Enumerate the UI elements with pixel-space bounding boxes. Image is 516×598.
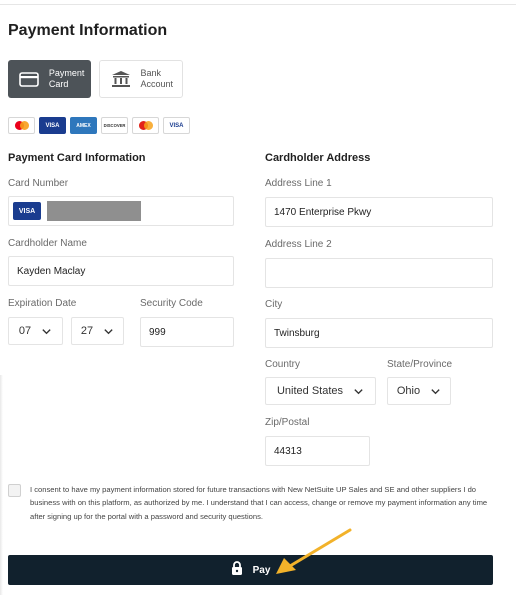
consent-text: I consent to have my payment information… xyxy=(30,485,488,521)
exp-year-select[interactable]: 27 xyxy=(71,317,124,345)
maestro-icon xyxy=(132,117,159,134)
payment-card-tab-line1: Payment xyxy=(48,68,85,78)
visa-icon: VISA xyxy=(39,117,66,134)
city-label: City xyxy=(265,299,283,310)
country-value: United States xyxy=(276,385,344,397)
pay-button[interactable]: Pay xyxy=(8,555,493,585)
visa-electron-icon: VISA xyxy=(163,117,190,134)
expiration-date-label: Expiration Date xyxy=(8,298,77,309)
chevron-down-icon xyxy=(354,388,363,394)
accepted-cards: VISA AMEX DISCOVER VISA xyxy=(8,117,190,134)
visa-card-icon: VISA xyxy=(13,202,41,220)
bank-icon xyxy=(108,70,134,88)
bank-account-tab[interactable]: Bank Account xyxy=(99,60,183,98)
address-line2-label: Address Line 2 xyxy=(265,239,332,250)
card-number-label: Card Number xyxy=(8,178,69,189)
payment-card-info-heading: Payment Card Information xyxy=(8,152,146,164)
discover-icon: DISCOVER xyxy=(101,117,128,134)
bank-account-tab-line1: Bank xyxy=(140,68,161,78)
card-number-masked xyxy=(47,201,141,221)
payment-card-tab-line2: Card xyxy=(48,79,69,89)
state-province-label: State/Province xyxy=(387,359,453,370)
lock-icon xyxy=(231,561,243,579)
state-select[interactable]: Ohio xyxy=(387,377,451,405)
top-divider xyxy=(0,4,516,5)
city-field[interactable]: Twinsburg xyxy=(265,318,493,348)
pay-button-label: Pay xyxy=(252,564,271,576)
country-label: Country xyxy=(265,359,301,370)
consent-checkbox[interactable] xyxy=(8,484,21,497)
cardholder-address-heading: Cardholder Address xyxy=(265,152,371,164)
chevron-down-icon xyxy=(42,328,51,334)
exp-month-value: 07 xyxy=(18,325,32,337)
security-code-label: Security Code xyxy=(140,298,203,309)
zip-postal-field[interactable]: 44313 xyxy=(265,436,370,466)
mastercard-icon xyxy=(8,117,35,134)
exp-year-value: 27 xyxy=(80,325,94,337)
left-edge-shadow xyxy=(0,375,3,595)
country-select[interactable]: United States xyxy=(265,377,376,405)
address-line1-field[interactable]: 1470 Enterprise Pkwy xyxy=(265,197,493,227)
page-title: Payment Information xyxy=(8,22,168,39)
exp-month-select[interactable]: 07 xyxy=(8,317,63,345)
card-icon xyxy=(16,71,43,87)
chevron-down-icon xyxy=(104,328,113,334)
address-line1-label: Address Line 1 xyxy=(265,178,332,189)
security-code-field[interactable]: 999 xyxy=(140,317,234,347)
zip-postal-label: Zip/Postal xyxy=(265,417,310,428)
address-line2-field[interactable] xyxy=(265,258,493,288)
state-value: Ohio xyxy=(396,385,421,397)
bank-account-tab-line2: Account xyxy=(140,79,173,89)
payment-card-tab[interactable]: Payment Card xyxy=(8,60,91,98)
card-number-field[interactable]: VISA xyxy=(8,196,234,226)
cardholder-name-field[interactable]: Kayden Maclay xyxy=(8,256,234,286)
cardholder-name-label: Cardholder Name xyxy=(8,238,87,249)
amex-icon: AMEX xyxy=(70,117,97,134)
chevron-down-icon xyxy=(431,388,440,394)
